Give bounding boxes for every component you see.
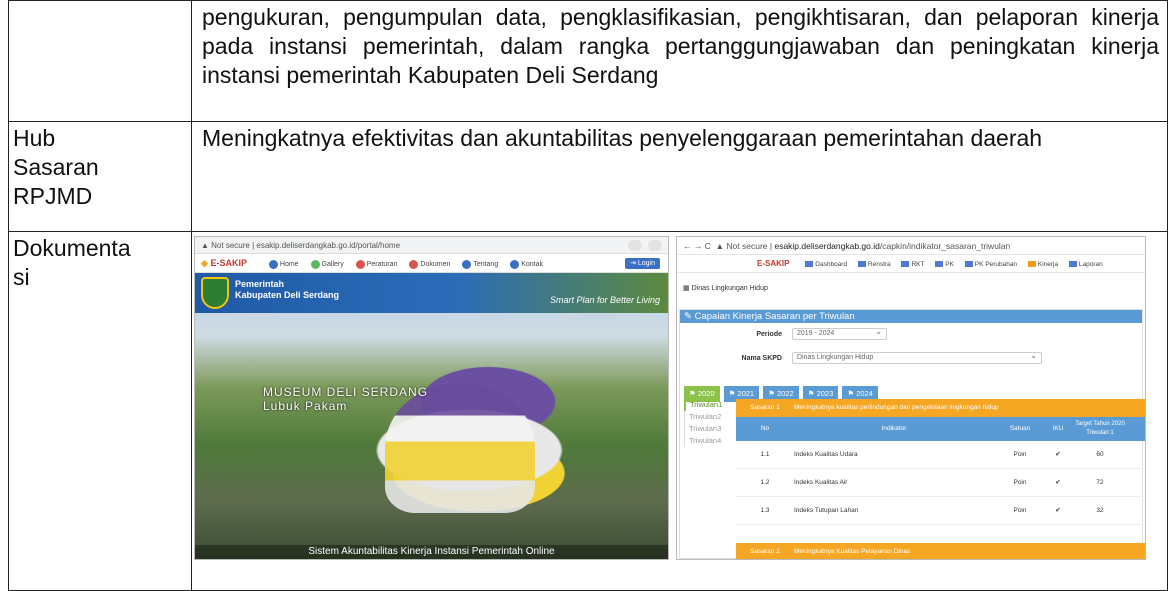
kontak-icon bbox=[510, 259, 520, 269]
nav-kontak[interactable]: Kontak bbox=[510, 255, 543, 274]
row3-label-line2: si bbox=[13, 264, 30, 290]
museum-sign: MUSEUM DELI SERDANG Lubuk Pakam bbox=[263, 385, 429, 413]
tab-triwulan2[interactable]: Triwulan2 bbox=[684, 411, 730, 423]
reload-icon[interactable]: C bbox=[705, 241, 711, 251]
panel-title: ✎ Capaian Kinerja Sasaran per Triwulan bbox=[680, 310, 1142, 323]
row2-text: Meningkatnya efektivitas dan akuntabilit… bbox=[202, 125, 1043, 151]
nav-gallery[interactable]: Gallery bbox=[310, 255, 344, 274]
breadcrumb: ▦ Dinas Lingkungan Hidup bbox=[683, 285, 768, 292]
forward-icon[interactable]: → bbox=[694, 241, 703, 251]
portal-footer-caption: Sistem Akuntabilitas Kinerja Instansi Pe… bbox=[195, 545, 668, 559]
nav-rkt[interactable]: RKT bbox=[901, 261, 924, 268]
login-button[interactable]: ⇥ Login bbox=[625, 258, 660, 269]
gallery-icon bbox=[310, 259, 320, 269]
edit-icon: ✎ bbox=[684, 311, 692, 322]
tab-triwulan3[interactable]: Triwulan3 bbox=[684, 423, 730, 435]
table-row: 1.1 Indeks Kualitas Udara Poin ✔ 60 bbox=[736, 441, 1145, 469]
portal-navbar: ◈ E-SAKIP Home Gallery Peraturan Dokumen… bbox=[195, 254, 668, 273]
banner-tagline: Smart Plan for Better Living bbox=[549, 295, 660, 305]
portal-url-bar: ▲ Not secure | esakip.deliserdangkab.go.… bbox=[195, 237, 668, 254]
document-table: pengukuran, pengumpulan data, pengklasif… bbox=[8, 0, 1168, 591]
row1-content-cell: pengukuran, pengumpulan data, pengklasif… bbox=[191, 0, 1168, 122]
skpd-select[interactable]: Dinas Lingkungan Hidup bbox=[791, 351, 1042, 365]
nav-dokumen[interactable]: Dokumen bbox=[409, 255, 450, 274]
row2-label-line1: Hub bbox=[13, 125, 56, 151]
col-indikator: Indikator bbox=[881, 425, 907, 432]
nav-laporan[interactable]: Laporan bbox=[1068, 261, 1103, 268]
crest-icon bbox=[201, 277, 229, 309]
nav-pk[interactable]: PK bbox=[935, 261, 954, 268]
skpd-label: Nama SKPD bbox=[741, 355, 782, 362]
indikator-screenshot: ← → C ▲ Not secure | esakip.deliserdangk… bbox=[676, 236, 1146, 560]
sasaran-2-header: Sasaran 2 Meningkatnya Kualitas Pelayanan… bbox=[736, 543, 1145, 559]
portal-logo: ◈ E-SAKIP bbox=[201, 258, 247, 268]
portal-hero-image: Pemerintah Kabupaten Deli Serdang Smart … bbox=[195, 273, 668, 559]
grid-icon: ▦ bbox=[683, 285, 690, 292]
periode-select[interactable]: 2019 - 2024 bbox=[791, 327, 887, 341]
dokumen-icon bbox=[409, 259, 419, 269]
year-tabs: ⚑ 2020 ⚑ 2021 ⚑ 2022 ⚑ 2023 ⚑ 2024 bbox=[680, 379, 1142, 402]
nav-home[interactable]: Home bbox=[268, 255, 299, 274]
check-icon: ✔ bbox=[1055, 507, 1061, 514]
row2-label-cell: Hub Sasaran RPJMD bbox=[8, 121, 192, 232]
table-row: 1.3 Indeks Tutupan Lahan Poin ✔ 32 bbox=[736, 497, 1145, 525]
home-icon bbox=[268, 259, 278, 269]
warning-icon: ▲ bbox=[715, 241, 725, 251]
nav-dashboard[interactable]: Dashboard bbox=[805, 261, 847, 268]
row2-label-line3: RPJMD bbox=[13, 183, 93, 209]
indikator-url-bar: ← → C ▲ Not secure | esakip.deliserdangk… bbox=[677, 237, 1145, 255]
extension-icon bbox=[628, 240, 642, 251]
portal-screenshot: ▲ Not secure | esakip.deliserdangkab.go.… bbox=[194, 236, 669, 560]
check-icon: ✔ bbox=[1055, 479, 1061, 486]
tab-triwulan1[interactable]: Triwulan1 bbox=[684, 399, 730, 411]
nav-tentang[interactable]: Tentang bbox=[462, 255, 498, 274]
portal-security-label: Not secure bbox=[211, 241, 250, 250]
row3-content-cell: ▲ Not secure | esakip.deliserdangkab.go.… bbox=[191, 231, 1168, 591]
indikator-security-label: Not secure bbox=[726, 241, 768, 251]
warning-icon: ▲ bbox=[201, 241, 209, 250]
portal-banner: Pemerintah Kabupaten Deli Serdang Smart … bbox=[195, 273, 668, 313]
nav-kinerja[interactable]: Kinerja bbox=[1027, 261, 1058, 268]
row3-label-cell: Dokumenta si bbox=[8, 231, 192, 591]
indikator-table: Sasaran 1 Meningkatnya kualitas perlindun… bbox=[736, 399, 1145, 559]
periode-label: Periode bbox=[756, 331, 782, 338]
row1-text: pengukuran, pengumpulan data, pengklasif… bbox=[202, 4, 1159, 88]
triwulan-tabs: Triwulan1 Triwulan2 Triwulan3 Triwulan4 bbox=[684, 399, 730, 447]
indikator-logo: E-SAKIP bbox=[757, 259, 790, 268]
col-iku: IKU bbox=[1052, 425, 1064, 432]
col-no: No bbox=[760, 425, 770, 432]
row2-label-line2: Sasaran bbox=[13, 154, 99, 180]
table-header: No Indikator Satuan IKU Target Tahun 2020 Tr… bbox=[736, 417, 1145, 441]
peraturan-icon bbox=[355, 259, 365, 269]
tab-triwulan4[interactable]: Triwulan4 bbox=[684, 435, 730, 447]
indikator-navbar: E-SAKIP Dashboard Renstra RKT PK PK Peru… bbox=[677, 255, 1145, 273]
table-row: 1.2 Indeks Kualitas Air Poin ✔ 72 bbox=[736, 469, 1145, 497]
back-icon[interactable]: ← bbox=[683, 241, 692, 251]
tentang-icon bbox=[462, 259, 472, 269]
nav-peraturan[interactable]: Peraturan bbox=[355, 255, 397, 274]
check-icon: ✔ bbox=[1055, 451, 1061, 458]
col-satuan: Satuan bbox=[1009, 425, 1031, 432]
capaian-panel: ✎ Capaian Kinerja Sasaran per Triwulan P… bbox=[679, 309, 1145, 559]
nav-renstra[interactable]: Renstra bbox=[857, 261, 891, 268]
indikator-url-path: /capkin/indikator_sasaran_triwulan bbox=[879, 241, 1011, 251]
indikator-url-host: esakip.deliserdangkab.go.id bbox=[774, 241, 880, 251]
row3-label-line1: Dokumenta bbox=[13, 235, 131, 261]
filter-form: Periode 2019 - 2024 Nama SKPD Dinas Ling… bbox=[680, 323, 1142, 371]
sasaran-1-header: Sasaran 1 Meningkatnya kualitas perlindun… bbox=[736, 399, 1145, 417]
row2-content-cell: Meningkatnya efektivitas dan akuntabilit… bbox=[191, 121, 1168, 232]
col-target: Target Tahun 2020 Triwulan 1 bbox=[1075, 421, 1125, 436]
nav-pk-perubahan[interactable]: PK Perubahan bbox=[964, 261, 1017, 268]
zoom-icon bbox=[648, 240, 662, 251]
banner-title: Pemerintah Kabupaten Deli Serdang bbox=[235, 279, 340, 300]
row1-label-cell bbox=[8, 0, 192, 122]
documentation-screenshots: ▲ Not secure | esakip.deliserdangkab.go.… bbox=[194, 232, 1165, 562]
portal-url: esakip.deliserdangkab.go.id/portal/home bbox=[256, 241, 401, 250]
